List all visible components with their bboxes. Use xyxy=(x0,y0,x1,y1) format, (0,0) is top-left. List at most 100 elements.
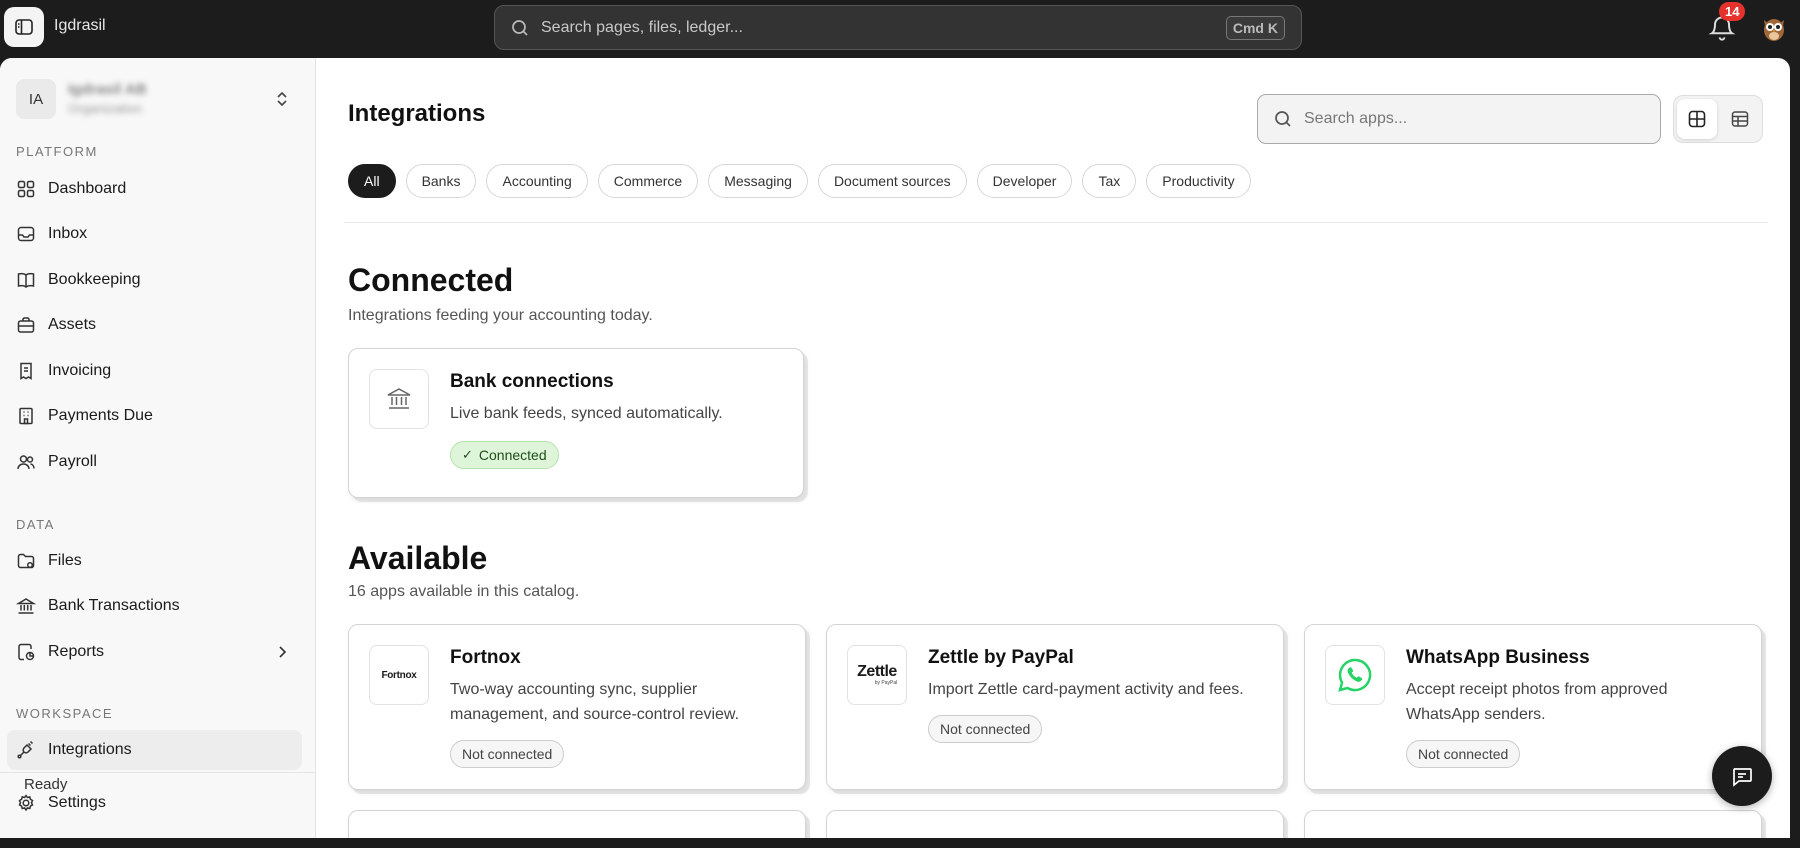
org-switcher[interactable]: IA Igdrasil AB Organization xyxy=(16,79,306,121)
sidebar-item-label: Settings xyxy=(48,794,106,811)
section-label-workspace: WORKSPACE xyxy=(16,706,114,721)
search-shortcut-badge: Cmd K xyxy=(1225,15,1285,40)
top-bar: Igdrasil Search pages, files, ledger... … xyxy=(0,0,1800,58)
sidebar-item-inbox[interactable]: Inbox xyxy=(7,214,302,254)
section-label-data: DATA xyxy=(16,517,55,532)
sidebar-item-label: Reports xyxy=(48,643,105,660)
org-avatar: IA xyxy=(16,79,56,119)
gear-icon xyxy=(18,794,34,812)
whatsapp-logo xyxy=(1325,645,1385,705)
sidebar-item-bookkeeping[interactable]: Bookkeeping xyxy=(7,260,302,300)
bank-icon xyxy=(16,598,36,614)
integration-card-zettle[interactable]: Zettle by PayPal Zettle by PayPal Import… xyxy=(826,624,1284,790)
dashboard-icon xyxy=(17,180,35,198)
org-subtitle: Organization xyxy=(68,101,142,116)
chat-icon xyxy=(1733,768,1752,787)
inbox-icon xyxy=(17,226,35,242)
integration-card[interactable] xyxy=(826,810,1284,838)
check-icon: ✓ xyxy=(462,447,473,462)
connected-subtitle: Integrations feeding your accounting tod… xyxy=(348,307,653,324)
card-title: Fortnox xyxy=(450,647,521,668)
status-text: Ready xyxy=(24,776,68,793)
sidebar-item-invoicing[interactable]: Invoicing xyxy=(7,351,302,391)
sidebar-item-label: Bookkeeping xyxy=(48,271,141,288)
sidebar-item-bank-transactions[interactable]: Bank Transactions xyxy=(7,586,302,626)
plug-icon xyxy=(17,740,34,759)
filter-chip-productivity[interactable]: Productivity xyxy=(1146,164,1251,198)
org-name: Igdrasil AB xyxy=(68,81,147,98)
card-title: Bank connections xyxy=(450,371,614,392)
filter-chip-all[interactable]: All xyxy=(348,164,396,198)
filter-chip-document-sources[interactable]: Document sources xyxy=(817,164,967,198)
available-heading: Available xyxy=(348,540,488,576)
folder-icon xyxy=(17,553,35,569)
section-label-platform: PLATFORM xyxy=(16,144,98,159)
app-search-placeholder: Search apps... xyxy=(1304,110,1408,127)
sidebar-item-label: Bank Transactions xyxy=(48,597,180,614)
sidebar-item-assets[interactable]: Assets xyxy=(7,305,302,345)
grid-icon xyxy=(1688,110,1706,128)
status-badge-not-connected: Not connected xyxy=(450,740,565,768)
global-search-input[interactable]: Search pages, files, ledger... Cmd K xyxy=(494,5,1302,50)
sidebar-item-dashboard[interactable]: Dashboard xyxy=(7,169,302,209)
chat-button[interactable] xyxy=(1712,746,1772,806)
available-subtitle: 16 apps available in this catalog. xyxy=(348,583,580,600)
whatsapp-icon xyxy=(1338,658,1372,692)
sidebar-item-label: Files xyxy=(48,552,82,569)
card-description: Accept receipt photos from approved What… xyxy=(1406,681,1668,723)
sidebar-item-label: Assets xyxy=(48,316,97,333)
integration-card-whatsapp-business[interactable]: WhatsApp Business Accept receipt photos … xyxy=(1304,624,1762,790)
fortnox-logo-text: Fortnox xyxy=(381,669,417,681)
card-description: Live bank feeds, synced automatically. xyxy=(450,405,723,422)
app-name: Igdrasil xyxy=(54,17,106,34)
owl-avatar-icon[interactable] xyxy=(1760,14,1788,42)
filter-chip-accounting[interactable]: Accounting xyxy=(486,164,588,198)
sidebar-item-label: Payments Due xyxy=(48,407,153,424)
briefcase-icon xyxy=(17,317,35,333)
main-content: Integrations Search apps... All Banks Ac… xyxy=(316,58,1790,838)
book-icon xyxy=(17,272,35,288)
filter-chip-commerce[interactable]: Commerce xyxy=(597,164,699,198)
filter-chip-banks[interactable]: Banks xyxy=(405,164,477,198)
app-search-input[interactable]: Search apps... xyxy=(1257,94,1661,144)
sidebar-icon xyxy=(15,19,33,35)
filter-chip-developer[interactable]: Developer xyxy=(976,164,1073,198)
users-icon xyxy=(17,455,35,470)
sidebar-item-files[interactable]: Files xyxy=(7,541,302,581)
filter-chip-messaging[interactable]: Messaging xyxy=(708,164,808,198)
sidebar-item-reports[interactable]: Reports xyxy=(7,632,302,672)
filter-chip-tax[interactable]: Tax xyxy=(1082,164,1137,198)
status-badge-not-connected: Not connected xyxy=(1406,740,1521,768)
sidebar-item-label: Inbox xyxy=(48,225,88,242)
sidebar-item-integrations[interactable]: Integrations xyxy=(7,730,302,770)
bank-icon xyxy=(387,388,411,409)
status-badge-not-connected: Not connected xyxy=(928,715,1043,743)
sidebar-item-payments-due[interactable]: Payments Due xyxy=(7,396,302,436)
bank-logo xyxy=(369,369,429,429)
grid-view-button[interactable] xyxy=(1677,99,1717,139)
zettle-logo-text: Zettle xyxy=(857,663,897,680)
card-description: Import Zettle card-payment activity and … xyxy=(928,681,1244,698)
table-view-button[interactable] xyxy=(1720,99,1760,139)
integration-card-bank-connections[interactable]: Bank connections Live bank feeds, synced… xyxy=(348,348,804,498)
sidebar-toggle-button[interactable] xyxy=(4,7,44,47)
sidebar-divider xyxy=(0,772,316,773)
card-description: Two-way accounting sync, supplier manage… xyxy=(450,681,740,723)
integration-card[interactable] xyxy=(1304,810,1762,838)
page-title: Integrations xyxy=(348,100,486,127)
receipt-icon xyxy=(20,362,32,380)
fortnox-logo: Fortnox xyxy=(369,645,429,705)
global-search-placeholder: Search pages, files, ledger... xyxy=(541,18,743,36)
integration-card[interactable] xyxy=(348,810,806,838)
status-badge-connected: ✓ Connected xyxy=(450,441,559,469)
sidebar-item-label: Integrations xyxy=(48,741,132,758)
chevron-up-down-icon xyxy=(277,91,287,107)
view-toggle xyxy=(1673,95,1763,143)
chevron-right-icon xyxy=(279,646,287,658)
sidebar-item-payroll[interactable]: Payroll xyxy=(7,442,302,482)
integration-card-fortnox[interactable]: Fortnox Fortnox Two-way accounting sync,… xyxy=(348,624,806,790)
report-icon xyxy=(18,643,35,661)
zettle-logo-subtext: by PayPal xyxy=(874,680,898,686)
card-title: Zettle by PayPal xyxy=(928,647,1074,668)
sidebar-item-label: Dashboard xyxy=(48,180,127,197)
